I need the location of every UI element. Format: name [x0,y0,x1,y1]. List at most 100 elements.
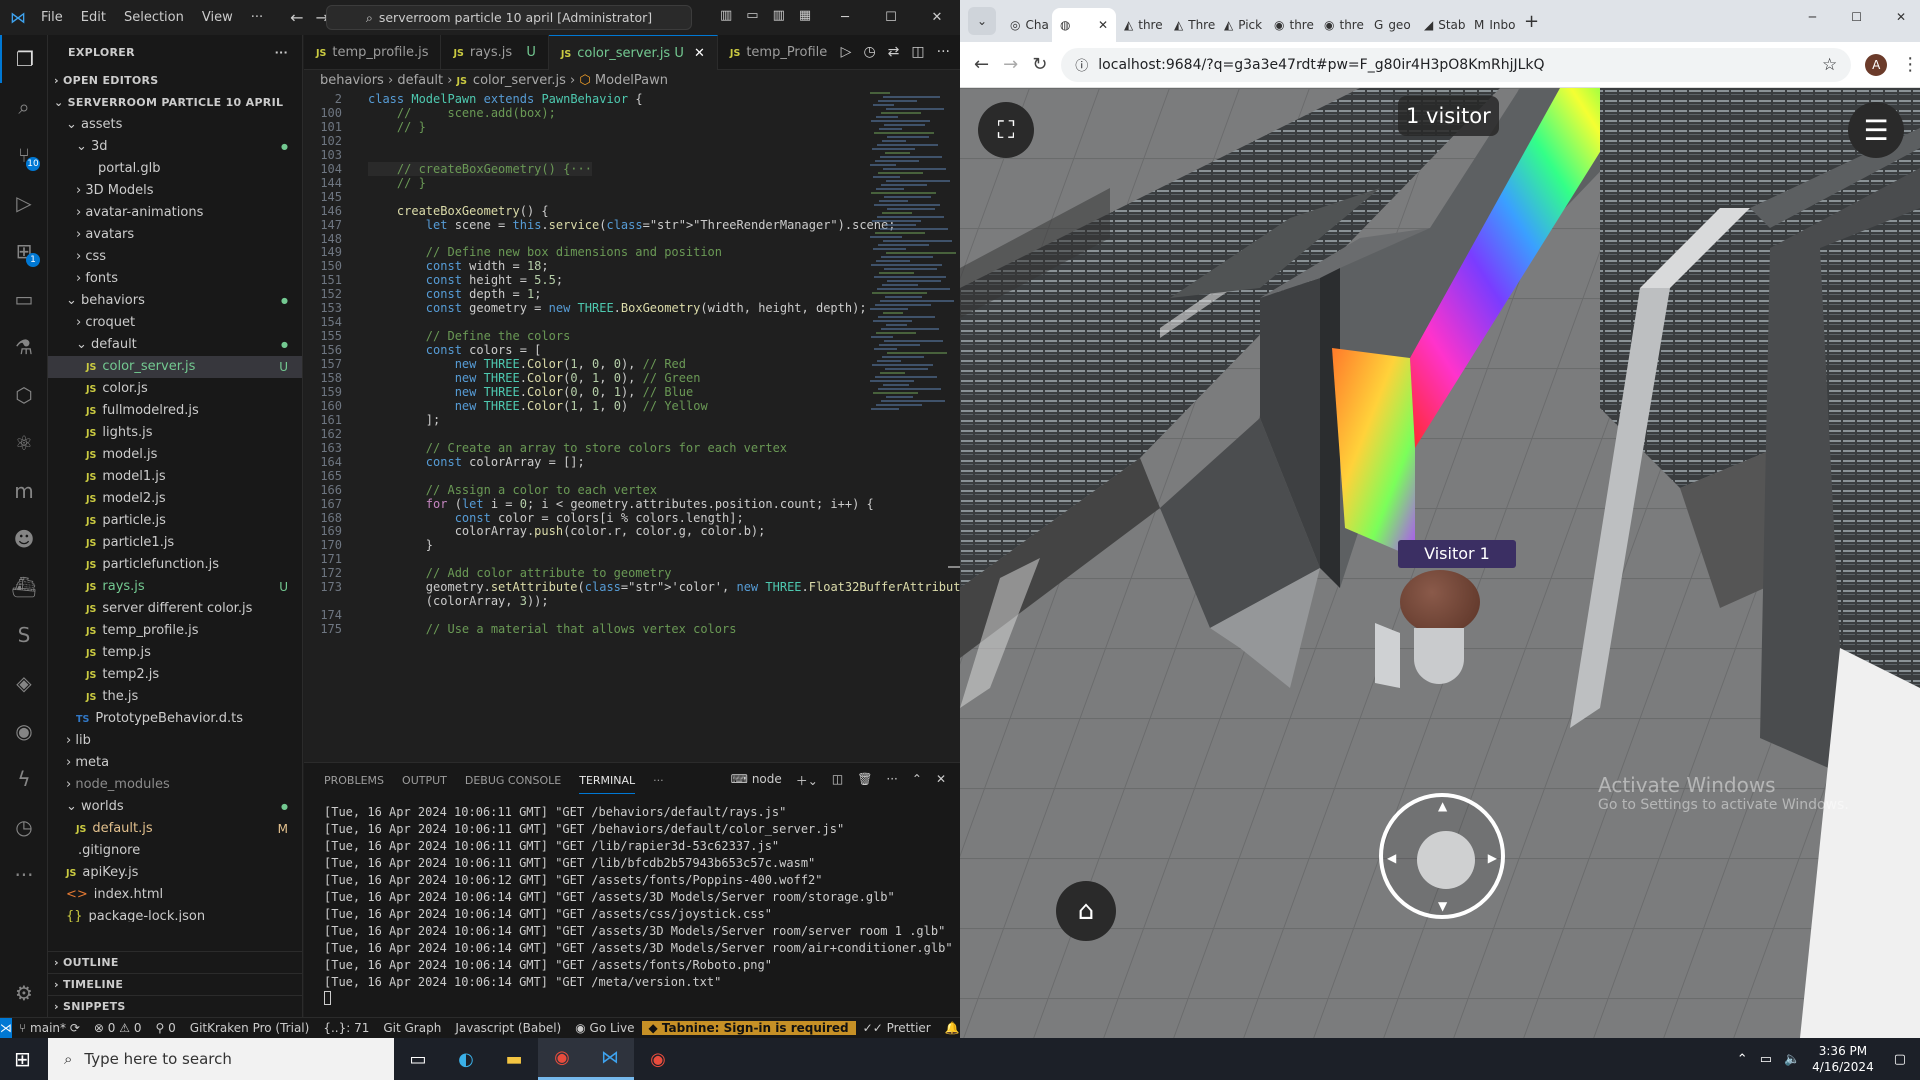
tree-item[interactable]: JS temp_profile.js [48,620,302,642]
tree-item[interactable]: JS model2.js [48,488,302,510]
code-line[interactable]: geometry.setAttribute(class="str">'color… [368,580,968,594]
tree-item[interactable]: JS lights.js [48,422,302,444]
golive-status[interactable]: ◉ Go Live [568,1021,641,1035]
tab-rays[interactable]: JS rays.js U [441,35,549,70]
code-line[interactable]: const depth = 1; [368,287,542,301]
code-line[interactable]: // Use a material that allows vertex col… [368,622,737,636]
gitkraken-status[interactable]: GitKraken Pro (Trial) [183,1021,317,1035]
browser-menu-icon[interactable]: ⋮ [1901,54,1919,75]
minimap[interactable] [870,92,956,472]
browser-close-icon[interactable]: ✕ [1896,10,1906,24]
profile-avatar[interactable]: A [1865,53,1888,76]
code-line[interactable]: // } [368,176,426,190]
new-tab-icon[interactable]: + [1524,11,1539,32]
file-explorer-icon[interactable]: ▬ [490,1038,538,1080]
close-panel-icon[interactable]: ✕ [936,772,946,789]
tree-item[interactable]: <> index.html [48,884,302,906]
tree-item[interactable]: portal.glb [48,158,302,180]
toggle-secondary-sidebar-icon[interactable]: ▥ [773,8,785,23]
menu-more[interactable]: ··· [242,10,272,25]
close-window-icon[interactable]: ✕ [914,10,960,25]
chrome-taskbar-icon-2[interactable]: ◉ [634,1038,682,1080]
joystick[interactable]: ▲ ▼ ◀ ▶ [1379,793,1505,919]
tree-item[interactable]: JS model.js [48,444,302,466]
menu-selection[interactable]: Selection [115,10,193,25]
code-line[interactable]: // Assign a color to each vertex [368,483,657,497]
clock[interactable]: 3:36 PM 4/16/2024 [1812,1043,1874,1075]
menu-file[interactable]: File [32,10,72,25]
source-control-icon[interactable]: ⑂ 10 [0,131,48,179]
tabnine-status[interactable]: ◆ Tabnine: Sign-in is required [641,1021,856,1035]
tree-item[interactable]: ⌄ assets [48,114,302,136]
gitgraph-status[interactable]: Git Graph [376,1021,448,1035]
tree-item[interactable]: JS temp.js [48,642,302,664]
new-terminal-icon[interactable]: ＋⌄ [796,772,818,789]
tree-item[interactable]: JS server different color.js [48,598,302,620]
tab-temp-profile-2[interactable]: JS temp_Profile [718,35,839,70]
browser-minimize-icon[interactable]: ─ [1809,10,1816,24]
customize-layout-icon[interactable]: ▦ [799,8,811,23]
code-line[interactable]: // Define new box dimensions and positio… [368,245,722,259]
trash-icon[interactable]: 🗑 [857,772,872,789]
tray-chevron-icon[interactable]: ⌃ [1737,1052,1748,1067]
search-view-icon[interactable]: ⌕ [0,83,48,131]
browser-tab[interactable]: ◭ Thre [1166,8,1216,42]
tree-item[interactable]: JS color_server.js U [48,356,302,378]
tree-item[interactable]: › node_modules [48,774,302,796]
project-section[interactable]: ⌄ SERVERROOM PARTICLE 10 APRIL [48,92,302,114]
code-line[interactable]: // scene.add(box); [368,106,556,120]
code-line[interactable]: const color = colors[i % colors.length]; [368,511,744,525]
maximize-panel-icon[interactable]: ⌃ [912,772,922,789]
code-line[interactable]: const colorArray = []; [368,455,585,469]
tree-item[interactable]: ⌄ default ● [48,334,302,356]
tree-item[interactable]: › fonts [48,268,302,290]
tree-item[interactable]: › css [48,246,302,268]
browser-tab[interactable]: ◢ Stab [1416,8,1466,42]
browser-forward-icon[interactable]: → [1003,54,1018,75]
tree-item[interactable]: JS particlefunction.js [48,554,302,576]
code-line[interactable]: // Define the colors [368,329,571,343]
browser-back-icon[interactable]: ← [974,54,989,75]
tree-item[interactable]: ⌄ 3d ● [48,136,302,158]
code-line[interactable]: ]; [368,413,440,427]
prettier-status[interactable]: ✓✓ Prettier [856,1021,938,1035]
back-arrow-icon[interactable]: ← [290,8,303,27]
tree-item[interactable]: JS particle1.js [48,532,302,554]
react-icon[interactable]: ⚛ [0,419,48,467]
open-editors-section[interactable]: › OPEN EDITORS [48,70,302,92]
remote-explorer-icon[interactable]: ▭ [0,275,48,323]
tab-search-icon[interactable]: ⌄ [968,7,996,35]
tree-item[interactable]: JS model1.js [48,466,302,488]
breadcrumb-item[interactable]: color_server.js [473,73,566,88]
menu-view[interactable]: View [193,10,242,25]
terminal-shell[interactable]: ⌨ node [731,772,782,789]
tree-item[interactable]: ⌄ behaviors ● [48,290,302,312]
code-line[interactable]: const width = 18; [368,259,549,273]
code-line[interactable]: const colors = [ [368,343,542,357]
toggle-panel-icon[interactable]: ▭ [746,8,758,23]
network-icon[interactable]: ▭ [1760,1052,1772,1067]
tree-item[interactable]: › croquet [48,312,302,334]
github-icon[interactable]: ◉ [0,707,48,755]
editor-scrollbar[interactable] [948,566,960,568]
ports-status[interactable]: ⚲ 0 [149,1021,183,1035]
chrome-taskbar-icon[interactable]: ◉ [538,1038,586,1080]
remote-indicator-icon[interactable]: ⋊ [0,1017,12,1039]
breadcrumb-item[interactable]: behaviors [320,73,384,88]
alien-icon[interactable]: ☻ [0,515,48,563]
testing-icon[interactable]: ⚗ [0,323,48,371]
bookmark-star-icon[interactable]: ☆ [1822,55,1837,75]
lightning-icon[interactable]: ϟ [0,755,48,803]
editor-more-icon[interactable]: ··· [937,44,950,60]
notification-center-icon[interactable]: ▢ [1894,1052,1906,1067]
breadcrumb-item[interactable]: default [397,73,443,88]
docker-icon[interactable]: ⛴ [0,563,48,611]
volume-icon[interactable]: 🔈 [1784,1052,1800,1067]
tree-item[interactable]: JS color.js [48,378,302,400]
address-bar[interactable]: ⓘ localhost:9684/?q=g3a3e47rdt#pw=F_g80i… [1061,47,1852,82]
breadcrumb-item[interactable]: ModelPawn [595,73,668,88]
tree-item[interactable]: {} package-lock.json [48,906,302,922]
tree-item[interactable]: JS particle.js [48,510,302,532]
tree-item[interactable]: › avatars [48,224,302,246]
tree-item[interactable]: ⌄ worlds ● [48,796,302,818]
